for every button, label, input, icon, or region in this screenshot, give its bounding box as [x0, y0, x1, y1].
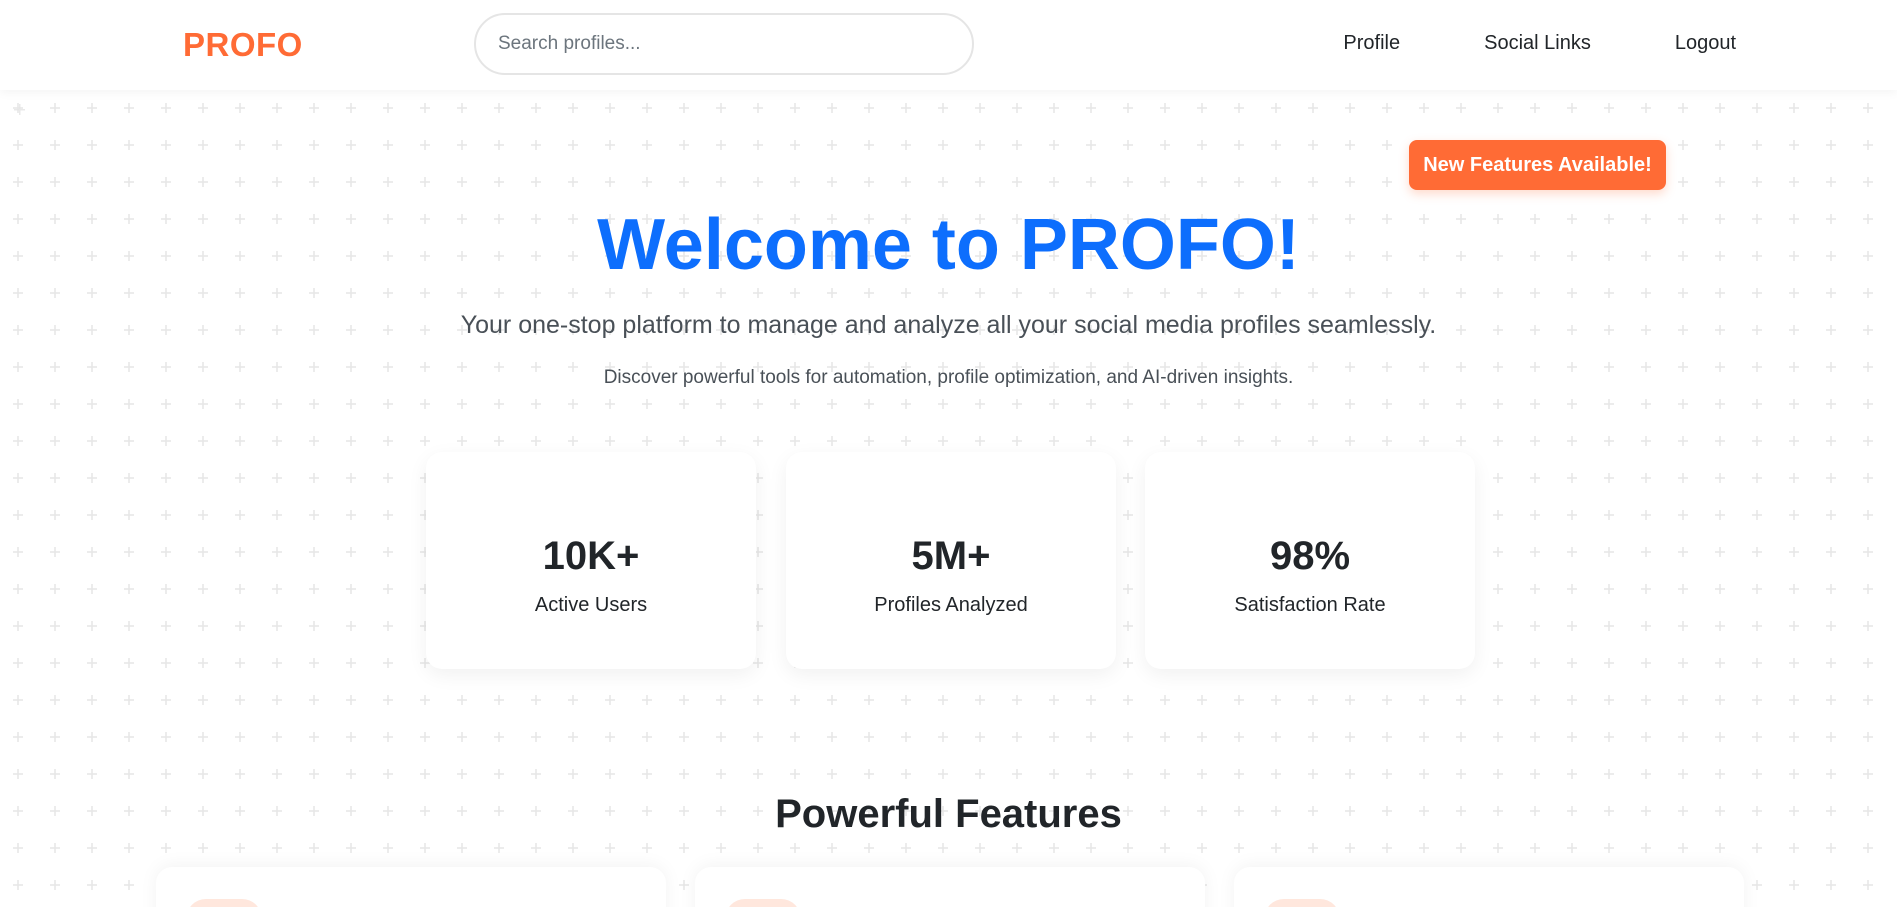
search-input[interactable]	[474, 13, 974, 75]
stat-value: 5M+	[911, 534, 991, 578]
nav-link-profile[interactable]: Profile	[1343, 32, 1400, 55]
stat-value: 10K+	[542, 534, 640, 578]
feature-card	[156, 867, 666, 907]
nav-links: Profile Social Links Logout	[1343, 32, 1736, 55]
stat-label: Satisfaction Rate	[1234, 594, 1386, 616]
stat-label: Active Users	[534, 594, 648, 616]
features-section-title: Powerful Features	[775, 792, 1122, 836]
feature-icon	[1264, 899, 1340, 907]
stat-card-active-users: 10K+ Active Users	[426, 452, 756, 669]
hero-description: Discover powerful tools for automation, …	[603, 367, 1294, 388]
hero-title: Welcome to PROFO!	[597, 205, 1300, 285]
brand-logo[interactable]: PROFO	[183, 26, 303, 64]
new-features-badge[interactable]: New Features Available!	[1409, 140, 1666, 190]
nav-link-logout[interactable]: Logout	[1675, 32, 1736, 55]
feature-icon	[186, 899, 262, 907]
feature-card	[1234, 867, 1744, 907]
stat-card-profiles-analyzed: 5M+ Profiles Analyzed	[786, 452, 1116, 669]
top-navbar: PROFO Profile Social Links Logout	[0, 0, 1897, 90]
stat-card-satisfaction-rate: 98% Satisfaction Rate	[1145, 452, 1475, 669]
hero-subtitle: Your one-stop platform to manage and ana…	[460, 311, 1437, 339]
feature-card	[695, 867, 1205, 907]
feature-icon	[725, 899, 801, 907]
stat-value: 98%	[1269, 534, 1351, 578]
stat-label: Profiles Analyzed	[874, 594, 1028, 616]
nav-link-social-links[interactable]: Social Links	[1484, 32, 1591, 55]
